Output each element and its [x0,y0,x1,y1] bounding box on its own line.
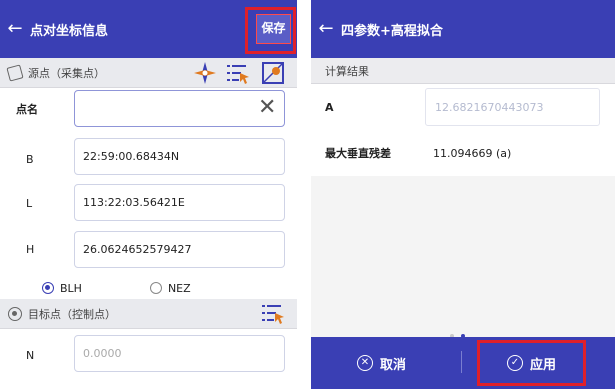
n-label: N [26,348,35,362]
result-a-label: A [325,100,334,114]
point-name-label: 点名 [16,103,38,116]
b-label: B [26,152,34,166]
list-select-icon[interactable] [226,63,250,85]
coord-mode-group: BLH NEZ [0,279,297,297]
n-input[interactable]: 0.0000 [74,335,285,372]
results-section-header: 计算结果 [311,58,615,84]
cancel-label: 取消 [380,357,407,373]
map-point-icon[interactable] [261,61,285,85]
highlight-box-apply [477,340,586,386]
source-section-title: 源点（采集点） [28,66,105,80]
results-card: A 12.6821670443073 最大垂直残差 11.094669 (a) [311,84,615,176]
compass-icon[interactable] [193,61,217,85]
target-section-title: 目标点（控制点） [28,307,116,321]
max-residual-label: 最大垂直残差 [325,147,391,160]
list-select-icon[interactable] [261,303,285,325]
point-name-input[interactable] [74,90,285,127]
app-header: ← 四参数+高程拟合 [311,0,615,58]
results-section-title: 计算结果 [325,64,369,78]
b-input[interactable]: 22:59:00.68434N [74,138,285,175]
clear-icon[interactable]: ✕ [258,96,291,120]
radio-nez[interactable] [149,282,162,294]
right-screen: ← 四参数+高程拟合 计算结果 A 12.6821670443073 最大垂直残… [311,0,615,389]
page-title: 点对坐标信息 [30,23,109,39]
result-a-value: 12.6821670443073 [435,100,544,114]
radio-blh-label: BLH [60,281,82,295]
l-label: L [26,196,33,210]
h-input[interactable]: 26.0624652579427 [74,231,285,268]
radio-blh[interactable] [42,282,54,294]
result-row-a: A 12.6821670443073 [311,84,615,130]
result-row-max-residual: 最大垂直残差 11.094669 (a) [311,130,615,176]
highlight-box-save [245,7,296,54]
radio-nez-label: NEZ [167,281,191,295]
left-screen: ← 点对坐标信息 保存 源点（采集点） 点名 ✕ B 22:59:00.6843… [0,0,297,389]
cancel-button[interactable]: ✕ 取消 [357,337,406,389]
l-input[interactable]: 113:22:03.56421E [74,184,285,221]
max-residual-value: 11.094669 (a) [433,146,512,160]
back-arrow-icon[interactable]: ← [311,0,341,58]
divider [461,351,462,373]
source-point-icon [6,63,24,82]
h-label: H [26,242,35,256]
target-point-icon [8,306,22,321]
back-arrow-icon[interactable]: ← [0,0,30,58]
cancel-icon: ✕ [357,355,373,371]
page-title: 四参数+高程拟合 [341,23,443,39]
target-section-header: 目标点（控制点） [0,299,297,329]
